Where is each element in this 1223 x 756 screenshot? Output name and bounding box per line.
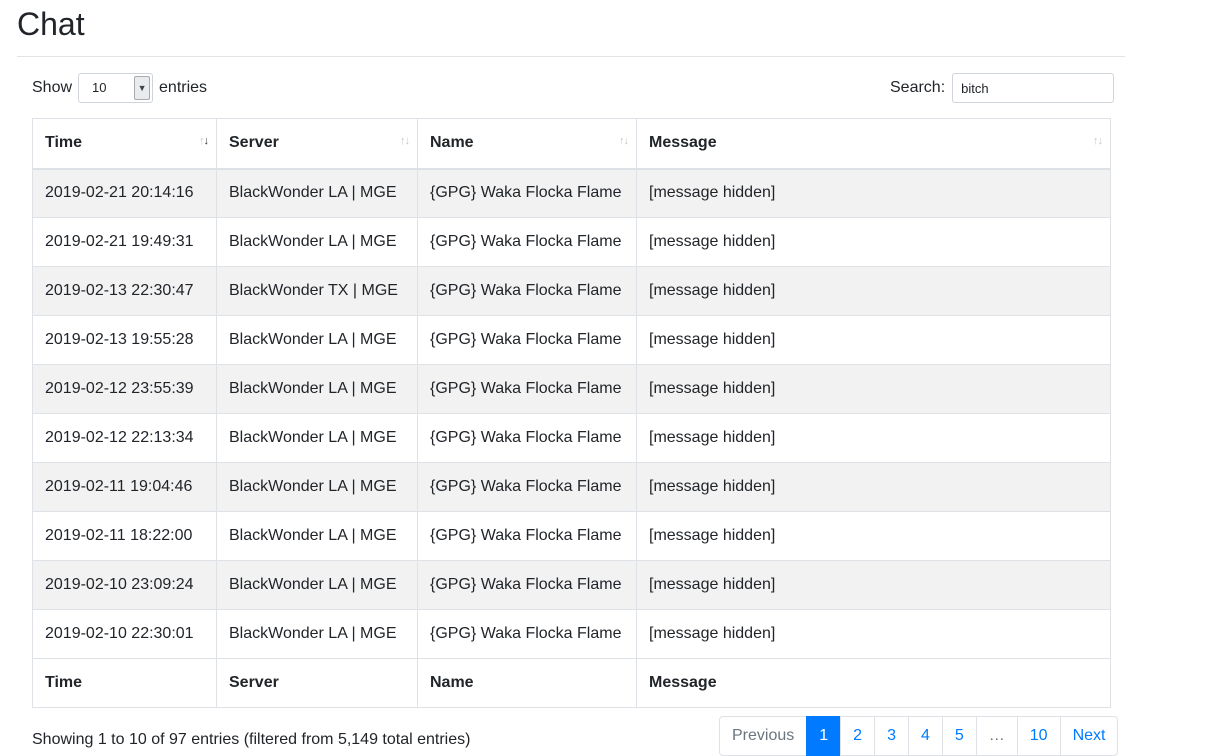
cell-time: 2019-02-11 18:22:00 (32, 511, 217, 561)
cell-time: 2019-02-12 23:55:39 (32, 364, 217, 414)
cell-time: 2019-02-11 19:04:46 (32, 462, 217, 512)
table-info: Showing 1 to 10 of 97 entries (filtered … (32, 731, 471, 748)
cell-time: 2019-02-13 22:30:47 (32, 266, 217, 316)
table-row: 2019-02-10 22:30:01 BlackWonder LA | MGE… (32, 609, 1111, 659)
search-input[interactable] (952, 73, 1115, 103)
cell-time: 2019-02-13 19:55:28 (32, 315, 217, 365)
column-header-label: Name (430, 134, 474, 152)
cell-message: [message hidden] (636, 609, 1111, 659)
cell-message: [message hidden] (636, 462, 1111, 512)
cell-name: {GPG} Waka Flocka Flame (417, 560, 637, 610)
column-header-time[interactable]: Time ↑↓ (32, 118, 217, 170)
column-footer-name: Name (417, 658, 637, 708)
cell-message: [message hidden] (636, 266, 1111, 316)
table-row: 2019-02-12 23:55:39 BlackWonder LA | MGE… (32, 364, 1111, 414)
table-row: 2019-02-13 19:55:28 BlackWonder LA | MGE… (32, 315, 1111, 365)
title-divider (17, 56, 1125, 57)
cell-server: BlackWonder LA | MGE (216, 168, 418, 218)
cell-name: {GPG} Waka Flocka Flame (417, 364, 637, 414)
column-header-label: Server (229, 134, 279, 152)
table-row: 2019-02-12 22:13:34 BlackWonder LA | MGE… (32, 413, 1111, 463)
cell-server: BlackWonder LA | MGE (216, 315, 418, 365)
column-footer-message: Message (636, 658, 1111, 708)
column-footer-server: Server (216, 658, 418, 708)
column-header-label: Time (45, 134, 83, 152)
table-footer-row: Time Server Name Message (32, 658, 1111, 708)
sort-icon: ↑↓ (619, 135, 629, 147)
column-header-label: Message (649, 134, 717, 152)
search-control: Search: (890, 73, 1115, 103)
page-button-3[interactable]: 3 (874, 716, 909, 756)
table-row: 2019-02-11 19:04:46 BlackWonder LA | MGE… (32, 462, 1111, 512)
table-row: 2019-02-11 18:22:00 BlackWonder LA | MGE… (32, 511, 1111, 561)
column-footer-time: Time (32, 658, 217, 708)
previous-page-button[interactable]: Previous (719, 716, 808, 756)
entries-length-control: Show 10 ▼ entries (32, 73, 207, 103)
entries-per-page-value: 10 (92, 80, 107, 95)
cell-message: [message hidden] (636, 413, 1111, 463)
next-page-button[interactable]: Next (1059, 716, 1119, 756)
table-row: 2019-02-13 22:30:47 BlackWonder TX | MGE… (32, 266, 1111, 316)
table-row: 2019-02-21 19:49:31 BlackWonder LA | MGE… (32, 217, 1111, 267)
cell-message: [message hidden] (636, 217, 1111, 267)
page-button-10[interactable]: 10 (1016, 716, 1061, 756)
cell-message: [message hidden] (636, 168, 1111, 218)
column-header-server[interactable]: Server ↑↓ (216, 118, 418, 170)
cell-time: 2019-02-12 22:13:34 (32, 413, 217, 463)
cell-name: {GPG} Waka Flocka Flame (417, 266, 637, 316)
page-button-1[interactable]: 1 (806, 716, 842, 756)
chevron-down-icon: ▼ (134, 76, 151, 100)
column-header-message[interactable]: Message ↑↓ (636, 118, 1111, 170)
cell-server: BlackWonder LA | MGE (216, 609, 418, 659)
table-row: 2019-02-10 23:09:24 BlackWonder LA | MGE… (32, 560, 1111, 610)
table-header-row: Time ↑↓ Server ↑↓ Name ↑↓ Message ↑↓ (32, 118, 1111, 170)
cell-name: {GPG} Waka Flocka Flame (417, 217, 637, 267)
cell-name: {GPG} Waka Flocka Flame (417, 315, 637, 365)
table-row: 2019-02-21 20:14:16 BlackWonder LA | MGE… (32, 168, 1111, 218)
cell-server: BlackWonder LA | MGE (216, 413, 418, 463)
cell-server: BlackWonder TX | MGE (216, 266, 418, 316)
cell-name: {GPG} Waka Flocka Flame (417, 609, 637, 659)
cell-server: BlackWonder LA | MGE (216, 462, 418, 512)
page-title: Chat (17, 6, 85, 42)
cell-time: 2019-02-10 22:30:01 (32, 609, 217, 659)
cell-time: 2019-02-10 23:09:24 (32, 560, 217, 610)
cell-name: {GPG} Waka Flocka Flame (417, 413, 637, 463)
page-button-4[interactable]: 4 (907, 716, 943, 756)
column-header-name[interactable]: Name ↑↓ (417, 118, 637, 170)
cell-name: {GPG} Waka Flocka Flame (417, 168, 637, 218)
cell-server: BlackWonder LA | MGE (216, 364, 418, 414)
cell-time: 2019-02-21 20:14:16 (32, 168, 217, 218)
table-body: 2019-02-21 20:14:16 BlackWonder LA | MGE… (32, 168, 1111, 659)
length-suffix-label: entries (159, 79, 208, 96)
page-button-5[interactable]: 5 (941, 716, 977, 756)
pagination: Previous 1 2 3 4 5 … 10 Next (719, 716, 1119, 756)
length-prefix-label: Show (32, 79, 73, 96)
cell-message: [message hidden] (636, 560, 1111, 610)
sort-icon: ↑↓ (400, 135, 410, 147)
chat-page: Chat Show 10 ▼ entries Search: Time ↑↓ S… (0, 0, 1223, 756)
sort-descending-icon: ↑↓ (199, 135, 209, 147)
cell-name: {GPG} Waka Flocka Flame (417, 511, 637, 561)
cell-name: {GPG} Waka Flocka Flame (417, 462, 637, 512)
search-label: Search: (890, 79, 946, 96)
page-ellipsis: … (975, 716, 1018, 756)
cell-message: [message hidden] (636, 364, 1111, 414)
cell-server: BlackWonder LA | MGE (216, 560, 418, 610)
cell-server: BlackWonder LA | MGE (216, 511, 418, 561)
cell-server: BlackWonder LA | MGE (216, 217, 418, 267)
cell-message: [message hidden] (636, 511, 1111, 561)
entries-per-page-select[interactable]: 10 ▼ (78, 73, 154, 103)
cell-time: 2019-02-21 19:49:31 (32, 217, 217, 267)
page-button-2[interactable]: 2 (840, 716, 876, 756)
sort-icon: ↑↓ (1093, 135, 1103, 147)
chat-table: Time ↑↓ Server ↑↓ Name ↑↓ Message ↑↓ 201… (32, 118, 1111, 708)
cell-message: [message hidden] (636, 315, 1111, 365)
